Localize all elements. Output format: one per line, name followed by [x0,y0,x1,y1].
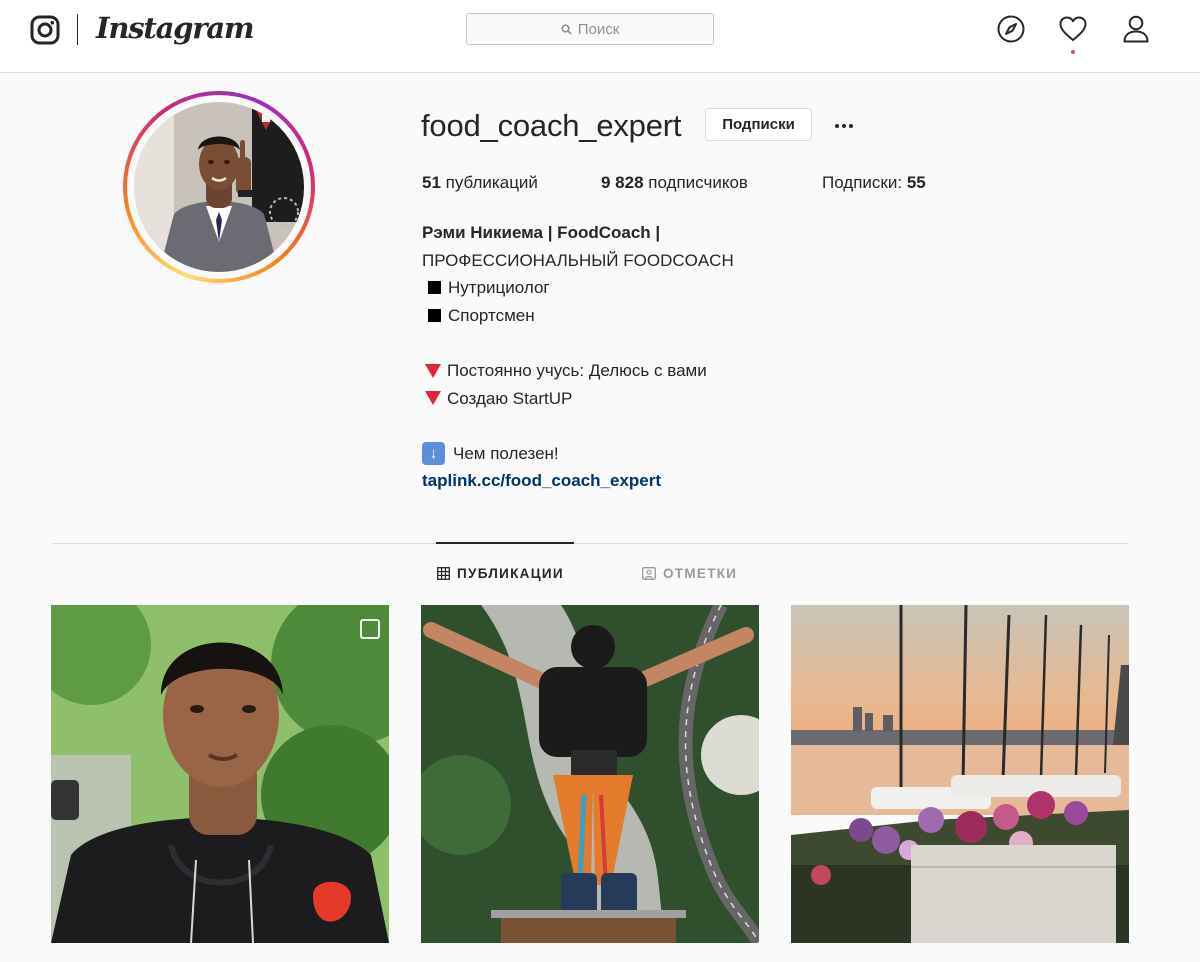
tab-posts-label: ПУБЛИКАЦИИ [457,566,564,581]
notification-dot [1071,50,1075,54]
bio-line-text: Нутрициолог [448,278,550,298]
search-placeholder: Поиск [577,20,620,38]
bio-line: Спортсмен [422,302,734,330]
posts-count-value: 51 [422,173,441,192]
search-input[interactable]: Поиск [466,13,714,45]
followers-count-value: 9 828 [601,173,644,192]
following-count-stat[interactable]: Подписки: 55 [822,173,926,193]
tab-tagged[interactable]: ОТМЕТКИ [642,566,737,581]
profile-avatar-story-ring[interactable] [123,91,315,283]
tab-posts[interactable]: ПУБЛИКАЦИИ [437,566,564,581]
post-thumbnail-harbor-sunset[interactable] [791,605,1129,943]
bio-line: Постоянно учусь: Делюсь с вами [422,357,734,385]
post-thumbnail-bungee[interactable] [421,605,759,943]
explore-compass-icon[interactable] [996,14,1026,44]
following-button[interactable]: Подписки [705,108,812,141]
bio-line: Нутрициолог [422,274,734,302]
profile-avatar [134,102,304,272]
followers-count-label: подписчиков [643,173,748,192]
bio-line-text: Создаю StartUP [447,388,573,408]
active-tab-indicator [436,542,574,544]
activity-heart-icon[interactable] [1058,14,1088,44]
tabs-divider [52,543,1128,544]
bio-line-text: Постоянно учусь: Делюсь с вами [447,360,707,380]
bio-line: ПРОФЕССИОНАЛЬНЫЙ FOODCOACH [422,250,734,270]
search-icon [561,23,572,35]
posts-count-label: публикаций [440,173,538,192]
black-square-icon [428,309,441,323]
down-arrow-icon: ↓ [422,442,445,466]
tab-tagged-label: ОТМЕТКИ [663,566,738,581]
profile-username: food_coach_expert [421,108,682,143]
bio-line: Создаю StartUP [422,385,734,413]
following-count-label: Подписки: [822,173,907,192]
bio-line-text: Спортсмен [448,305,535,325]
posts-count-stat: 51 публикаций [422,173,538,193]
logo-divider [77,14,78,45]
bio-full-name: Рэми Никиема | FoodCoach | [422,223,661,242]
grid-icon [437,567,450,580]
following-count-value: 55 [906,173,926,192]
bio-line-text: Чем полезен! [453,443,559,463]
tagged-person-icon [642,567,656,580]
instagram-wordmark-logo[interactable]: Instagram [96,11,255,45]
top-nav-bar: Instagram Поиск [0,0,1200,73]
bio-website-link[interactable]: taplink.cc/food_coach_expert [422,467,734,495]
red-triangle-down-icon [425,363,441,378]
followers-count-stat[interactable]: 9 828 подписчиков [601,173,748,193]
profile-user-icon[interactable] [1121,14,1151,44]
red-triangle-down-icon [425,391,441,406]
black-square-icon [428,281,441,295]
instagram-glyph-icon[interactable] [30,15,60,45]
bio-line: ↓ Чем полезен! [422,440,734,468]
more-options-icon[interactable] [830,112,858,140]
post-thumbnail-selfie[interactable] [51,605,389,943]
profile-bio: Рэми Никиема | FoodCoach | ПРОФЕССИОНАЛЬ… [422,219,734,495]
